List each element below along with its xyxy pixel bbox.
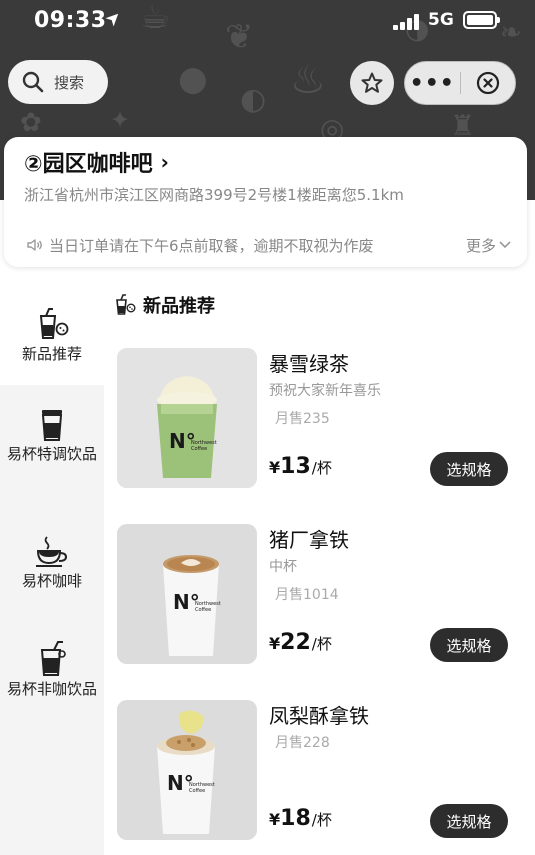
chevron-right-icon: › bbox=[160, 150, 169, 174]
store-name: ②园区咖啡吧 bbox=[24, 152, 153, 177]
select-spec-button[interactable]: 选规格 bbox=[430, 452, 508, 486]
network-type: 5G bbox=[428, 10, 454, 30]
category-coffee[interactable]: 易杯咖啡 bbox=[0, 532, 104, 612]
coffee-cup-icon bbox=[36, 536, 68, 567]
select-spec-button[interactable]: 选规格 bbox=[430, 628, 508, 662]
close-miniapp-button[interactable] bbox=[460, 61, 515, 105]
category-non-coffee[interactable]: 易杯非咖饮品 bbox=[0, 640, 104, 750]
product-price: ¥ 18 /杯 bbox=[269, 806, 332, 831]
status-bar: 09:33 ➤ 5G bbox=[0, 0, 535, 44]
bread-doodle-icon: ◐ bbox=[240, 82, 267, 117]
search-icon bbox=[22, 71, 44, 93]
product-price: ¥ 22 /杯 bbox=[269, 630, 332, 655]
favorite-button[interactable] bbox=[350, 61, 394, 105]
more-dots-icon: ••• bbox=[409, 70, 455, 96]
special-drink-cup-icon bbox=[41, 410, 63, 441]
notice-text: 当日订单请在下午6点前取餐，逾期不取视为作废 bbox=[49, 236, 374, 255]
battery-icon bbox=[463, 11, 500, 29]
search-label: 搜索 bbox=[54, 73, 85, 92]
category-label: 易杯非咖饮品 bbox=[6, 680, 97, 698]
product-image: N° Northwest Coffee bbox=[117, 348, 257, 488]
more-label: 更多 bbox=[465, 236, 496, 255]
speaker-icon bbox=[27, 239, 42, 251]
more-options-button[interactable]: ••• bbox=[405, 61, 460, 105]
product-card[interactable]: N° Northwest Coffee 暴雪绿茶 预祝大家新年喜乐 月售235 … bbox=[117, 348, 517, 490]
close-circle-icon bbox=[476, 71, 499, 95]
fruit-doodle-icon: ✿ bbox=[20, 108, 42, 138]
price-amount: 18 bbox=[280, 806, 311, 831]
search-bar[interactable]: 搜索 bbox=[8, 60, 108, 104]
apple-doodle-icon: ● bbox=[178, 59, 208, 99]
svg-text:Coffee: Coffee bbox=[189, 788, 205, 794]
category-label: 易杯特调饮品 bbox=[6, 445, 97, 463]
product-image: N° Northwest Coffee bbox=[117, 524, 257, 664]
pineapple-latte-image: N° Northwest Coffee bbox=[117, 700, 257, 840]
price-unit: /杯 bbox=[311, 811, 332, 829]
section-title: 新品推荐 bbox=[143, 296, 215, 317]
star-icon bbox=[361, 72, 383, 93]
cup-doodle-icon: ♨ bbox=[290, 57, 326, 103]
price-currency: ¥ bbox=[269, 458, 281, 477]
new-drinks-icon bbox=[39, 308, 69, 339]
more-link[interactable]: 更多 bbox=[466, 235, 511, 256]
product-name: 猪厂拿铁 bbox=[269, 528, 349, 552]
svg-text:Coffee: Coffee bbox=[191, 446, 207, 452]
section-header: 新品推荐 bbox=[113, 292, 215, 318]
miniapp-capsule: ••• bbox=[404, 61, 516, 105]
category-label: 新品推荐 bbox=[21, 345, 82, 363]
latte-drink-image: N° Northwest Coffee bbox=[117, 524, 257, 664]
notice-row: 当日订单请在下午6点前取餐，逾期不取视为作废 更多 bbox=[26, 233, 511, 257]
chevron-down-icon bbox=[499, 241, 511, 249]
category-special-drinks[interactable]: 易杯特调饮品 bbox=[0, 405, 104, 515]
glass-doodle-icon: ♜ bbox=[450, 109, 476, 142]
category-new[interactable]: 新品推荐 bbox=[0, 287, 104, 385]
price-unit: /杯 bbox=[311, 459, 332, 477]
price-amount: 13 bbox=[280, 454, 311, 479]
product-subtitle: 中杯 bbox=[269, 559, 297, 575]
store-info-card: ②园区咖啡吧 › 浙江省杭州市滨江区网商路399号2号楼1楼距离您5.1km 当… bbox=[4, 137, 527, 267]
price-currency: ¥ bbox=[269, 634, 281, 653]
price-currency: ¥ bbox=[269, 810, 281, 829]
product-subtitle: 预祝大家新年喜乐 bbox=[269, 383, 381, 399]
star-doodle-icon: ✦ bbox=[110, 106, 131, 134]
product-card[interactable]: N° Northwest Coffee 猪厂拿铁 中杯 月售1014 ¥ 22 … bbox=[117, 524, 517, 666]
product-price: ¥ 13 /杯 bbox=[269, 454, 332, 479]
status-time: 09:33 bbox=[34, 8, 107, 33]
product-image: N° Northwest Coffee bbox=[117, 700, 257, 840]
product-name: 凤梨酥拿铁 bbox=[269, 704, 369, 728]
matcha-drink-image: N° Northwest Coffee bbox=[117, 348, 257, 488]
store-name-row[interactable]: ②园区咖啡吧 › bbox=[24, 147, 507, 177]
price-unit: /杯 bbox=[311, 635, 332, 653]
non-coffee-drink-icon bbox=[40, 641, 66, 676]
signal-icon bbox=[393, 14, 421, 30]
product-card[interactable]: N° Northwest Coffee 凤梨酥拿铁 月售228 ¥ 18 /杯 … bbox=[117, 700, 517, 842]
select-spec-button[interactable]: 选规格 bbox=[430, 804, 508, 838]
product-sales: 月售228 bbox=[275, 735, 330, 751]
category-sidebar: 新品推荐 易杯特调饮品 易杯咖啡 易杯非咖饮品 bbox=[0, 287, 104, 855]
svg-text:Coffee: Coffee bbox=[195, 607, 211, 613]
new-drinks-icon bbox=[116, 294, 136, 315]
category-label: 易杯咖啡 bbox=[21, 572, 82, 590]
product-sales: 月售1014 bbox=[275, 587, 339, 603]
product-name: 暴雪绿茶 bbox=[269, 352, 349, 376]
product-sales: 月售235 bbox=[275, 411, 330, 427]
price-amount: 22 bbox=[280, 630, 311, 655]
store-address: 浙江省杭州市滨江区网商路399号2号楼1楼距离您5.1km bbox=[24, 186, 404, 204]
